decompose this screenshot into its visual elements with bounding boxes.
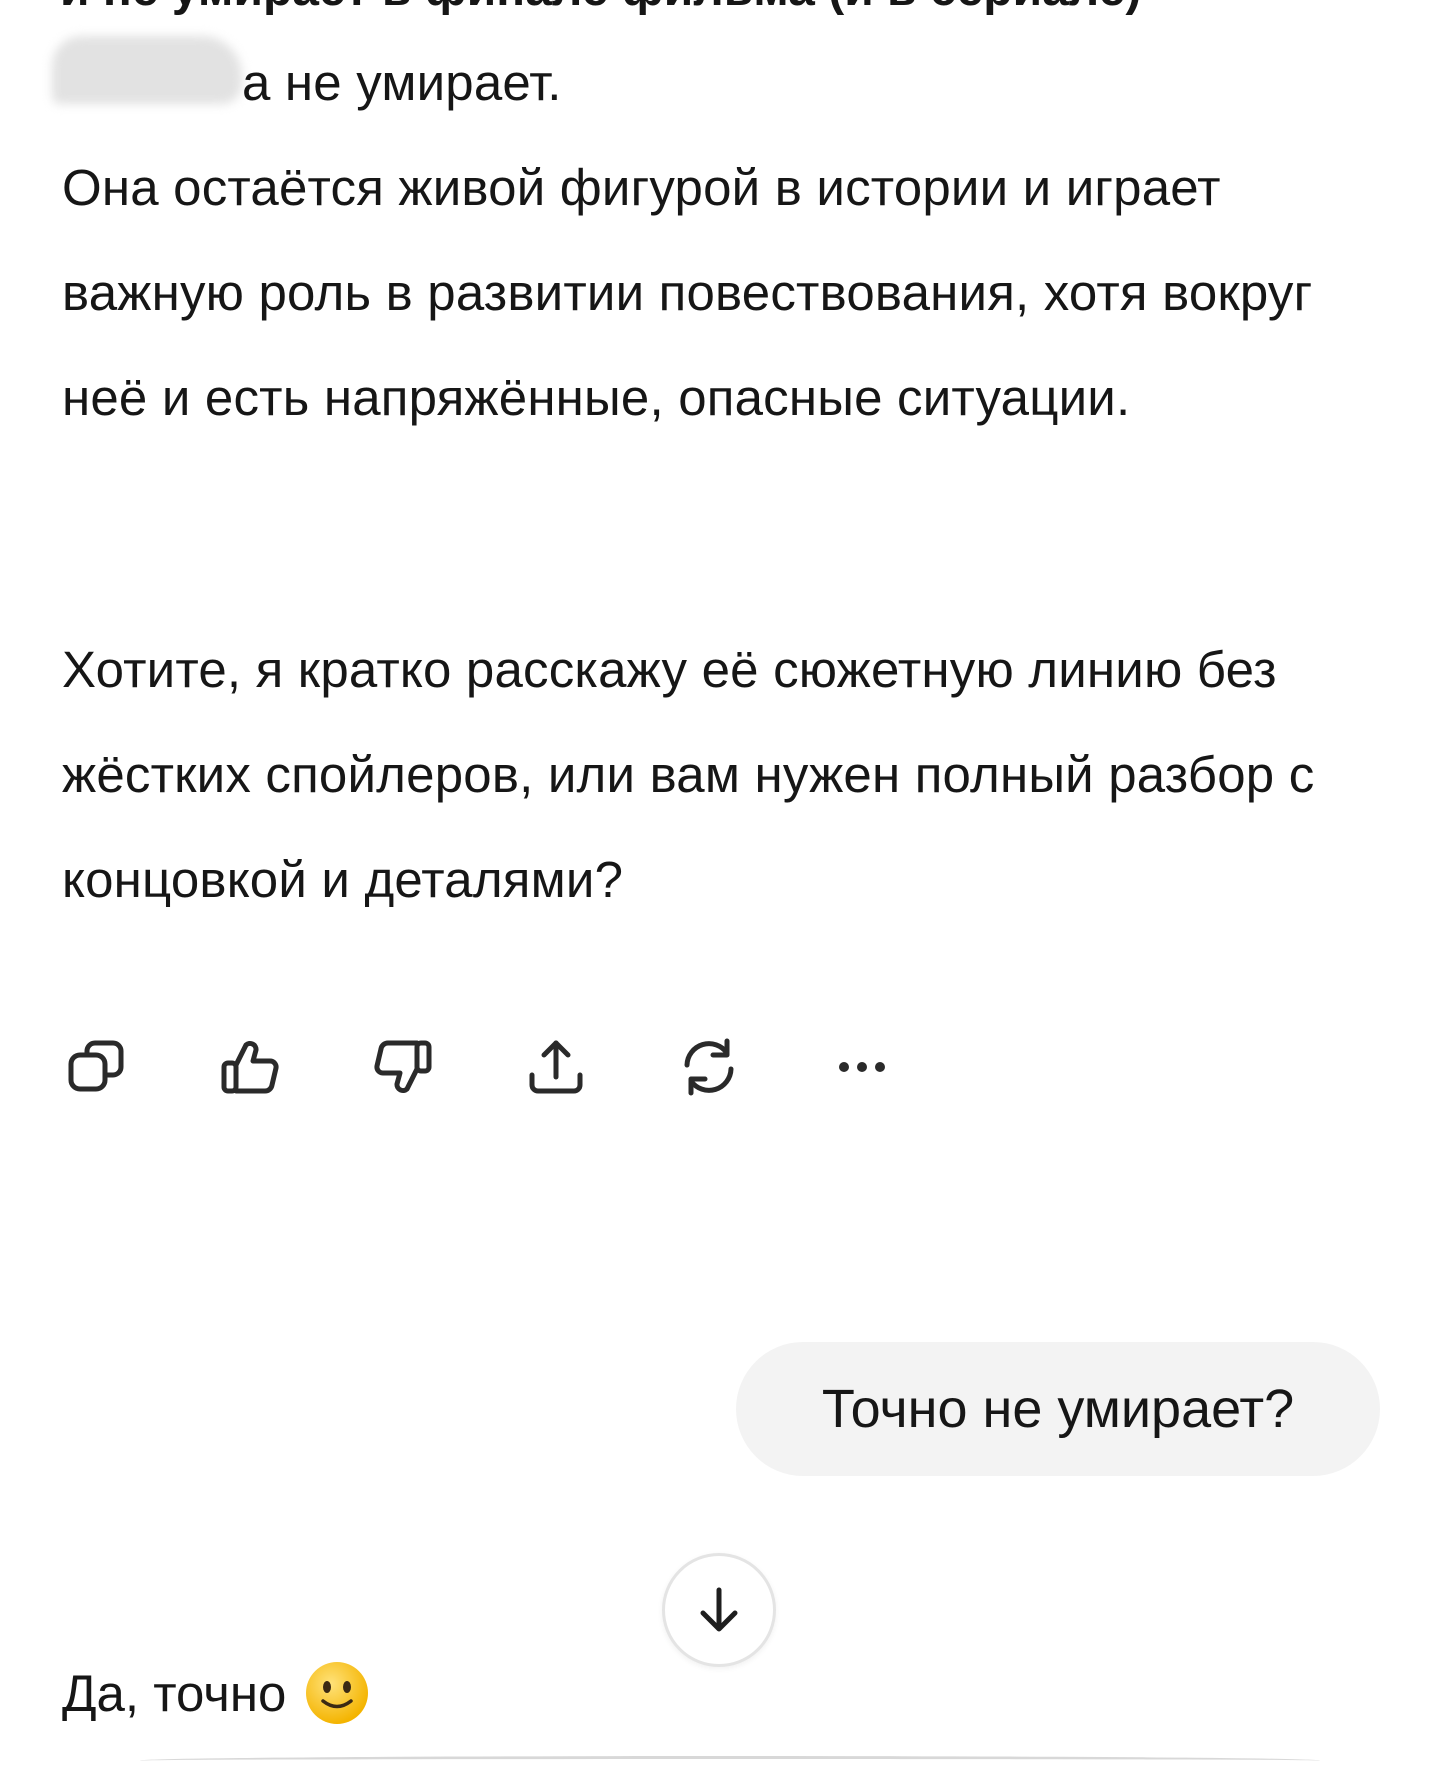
message-paragraph-1: Она остаётся живой фигурой в истории и и… <box>62 159 1313 426</box>
arrow-down-icon <box>700 1587 738 1632</box>
assistant-reply: Да, точно <box>62 1648 370 1738</box>
dislike-button[interactable] <box>368 1032 438 1102</box>
user-message-bubble: Точно не умирает? <box>736 1342 1380 1476</box>
scroll-to-bottom-button[interactable] <box>662 1553 776 1667</box>
thumbs-down-icon <box>374 1040 432 1093</box>
thumbs-up-icon <box>221 1041 279 1094</box>
assistant-reply-text: Да, точно <box>62 1664 287 1722</box>
slightly-smiling-face-icon <box>306 1662 369 1724</box>
share-button[interactable] <box>521 1032 591 1102</box>
message-actions-bar <box>62 1032 897 1102</box>
like-button[interactable] <box>215 1032 285 1102</box>
message-first-line: а не умирает. <box>242 54 562 111</box>
more-icon <box>839 1062 885 1072</box>
regenerate-button[interactable] <box>674 1032 744 1102</box>
message-paragraph-2: Хотите, я кратко расскажу её сюжетную ли… <box>62 641 1315 908</box>
cut-off-text-line: и не умирает в финале фильма (и в сериал… <box>60 0 1440 20</box>
regenerate-icon <box>684 1038 734 1096</box>
copy-button[interactable] <box>62 1032 132 1102</box>
share-icon <box>529 1040 583 1094</box>
more-button[interactable] <box>827 1032 897 1102</box>
copy-icon <box>68 1040 124 1092</box>
user-message-text: Точно не умирает? <box>821 1379 1295 1439</box>
